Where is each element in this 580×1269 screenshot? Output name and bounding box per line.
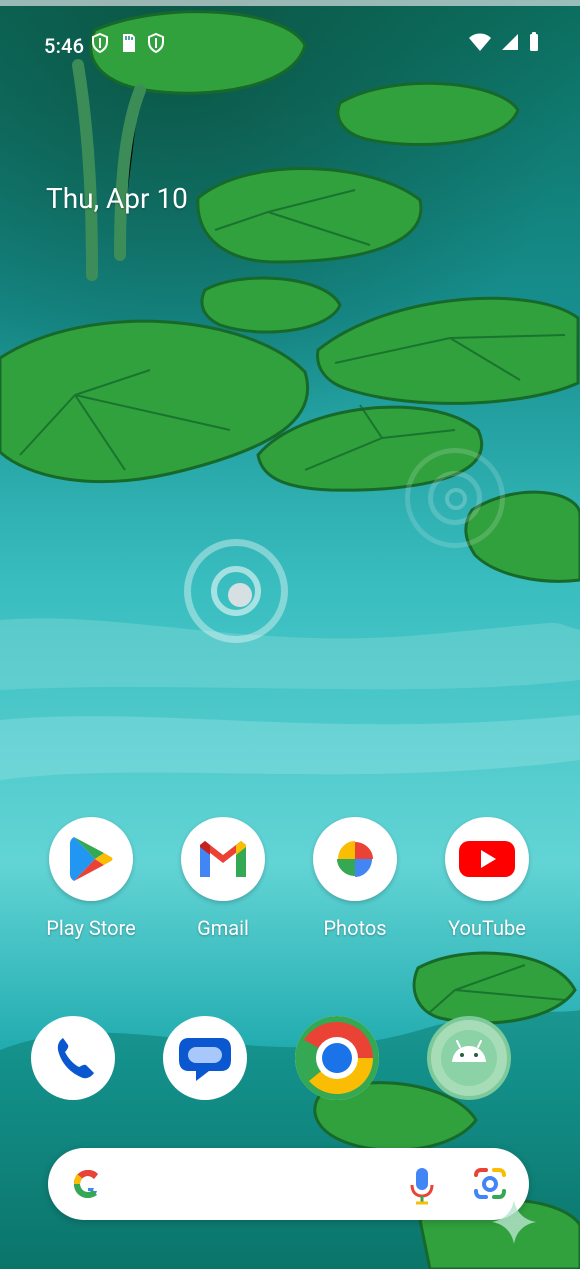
lens-icon[interactable] <box>471 1166 509 1202</box>
sparkle-icon <box>492 1200 536 1244</box>
google-g-icon <box>74 1170 102 1198</box>
app-label-youtube: YouTube <box>448 916 526 940</box>
app-label-photos: Photos <box>323 916 387 940</box>
play-store-icon <box>49 817 133 901</box>
status-system-icons <box>468 32 540 52</box>
dock-android[interactable] <box>427 1016 547 1100</box>
signal-icon <box>502 34 518 50</box>
wifi-icon <box>469 33 491 51</box>
dock-phone[interactable] <box>31 1016 151 1100</box>
google-search-bar[interactable] <box>48 1148 529 1220</box>
phone-icon <box>31 1016 115 1100</box>
sd-card-icon <box>123 34 135 52</box>
app-photos[interactable]: Photos <box>295 817 415 940</box>
android-icon <box>427 1016 511 1100</box>
shield-icon <box>92 32 108 54</box>
shield-icon <box>148 32 164 54</box>
photos-icon <box>313 817 397 901</box>
app-play-store[interactable]: Play Store <box>31 817 151 940</box>
messages-icon <box>163 1016 247 1100</box>
home-date[interactable]: Thu, Apr 10 <box>46 182 188 215</box>
app-youtube[interactable]: YouTube <box>427 817 547 940</box>
status-notification-icons <box>90 32 166 54</box>
app-label-gmail: Gmail <box>197 916 249 940</box>
app-gmail[interactable]: Gmail <box>163 817 283 940</box>
app-dock <box>0 1016 580 1156</box>
status-time: 5:46 <box>44 34 85 58</box>
dock-messages[interactable] <box>163 1016 283 1100</box>
app-label-play-store: Play Store <box>46 916 136 940</box>
dock-chrome[interactable] <box>295 1016 415 1100</box>
chrome-icon <box>295 1016 379 1100</box>
status-bar: 5:46 <box>0 24 580 64</box>
microphone-icon[interactable] <box>406 1165 438 1205</box>
gmail-icon <box>181 817 265 901</box>
app-row-home: Play Store Gmail Photos YouTube <box>0 817 580 957</box>
youtube-icon <box>445 817 529 901</box>
top-edge-bar <box>0 0 580 6</box>
battery-icon <box>530 32 538 51</box>
